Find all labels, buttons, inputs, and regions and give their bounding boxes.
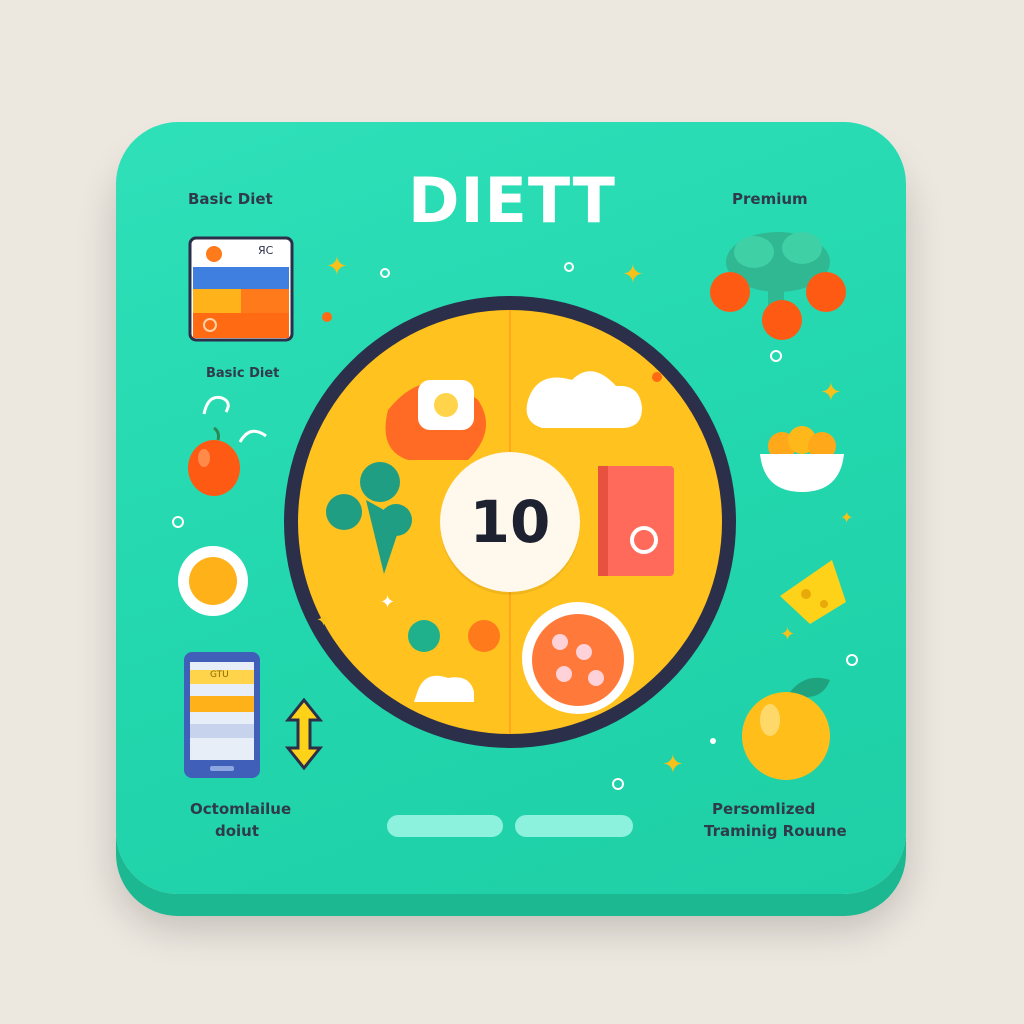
label-basic-diet-top[interactable]: Basic Diet	[188, 190, 273, 208]
label-bottom-right-line1[interactable]: Persomlized	[712, 800, 815, 818]
sparkle-icon: ✦	[316, 610, 332, 631]
sparkle-icon: ✦	[326, 252, 348, 282]
decor-dot	[172, 516, 184, 528]
label-bottom-left-line1[interactable]: Octomlailue	[190, 800, 291, 818]
center-score-circle[interactable]: 10	[440, 452, 580, 592]
phone-screen-text: GTU	[210, 670, 229, 680]
fruit-bowl-icon[interactable]	[756, 420, 848, 496]
label-basic-diet-middle[interactable]: Basic Diet	[206, 366, 279, 381]
cheese-icon[interactable]	[776, 556, 850, 628]
label-bottom-right-line2[interactable]: Traminig Rouune	[704, 822, 847, 840]
sparkle-icon: ✦	[840, 508, 854, 527]
decor-dot	[322, 312, 332, 322]
app-title: DIETT	[408, 164, 616, 237]
egg-icon[interactable]	[176, 544, 250, 618]
center-score-value: 10	[469, 488, 551, 556]
decor-dot	[710, 738, 716, 744]
decor-dot	[846, 654, 858, 666]
decor-dot	[564, 262, 574, 272]
curl-left-icon	[200, 390, 236, 420]
page-indicator-2[interactable]	[515, 815, 633, 837]
sparkle-icon: ✦	[780, 624, 796, 645]
decor-dot	[770, 350, 782, 362]
decor-dot	[380, 268, 390, 278]
tree-fruit-icon[interactable]	[706, 222, 852, 344]
decor-dot	[652, 372, 662, 382]
curl-right-icon	[236, 420, 272, 450]
label-premium[interactable]: Premium	[732, 190, 808, 208]
sparkle-icon: ✦	[662, 750, 684, 780]
label-bottom-left-line2[interactable]: doiut	[215, 822, 259, 840]
sparkle-icon: ✦	[820, 378, 842, 408]
orange-fruit-icon[interactable]	[184, 424, 244, 498]
orange-icon[interactable]	[734, 672, 838, 782]
phone-icon[interactable]: GTU	[182, 650, 262, 780]
decor-dot	[612, 778, 624, 790]
sparkle-icon: ✦	[622, 260, 644, 290]
sparkle-icon: ✦	[380, 592, 396, 613]
page-indicator-1[interactable]	[387, 815, 503, 837]
chart-card-corner-text: ЯС	[258, 244, 274, 257]
